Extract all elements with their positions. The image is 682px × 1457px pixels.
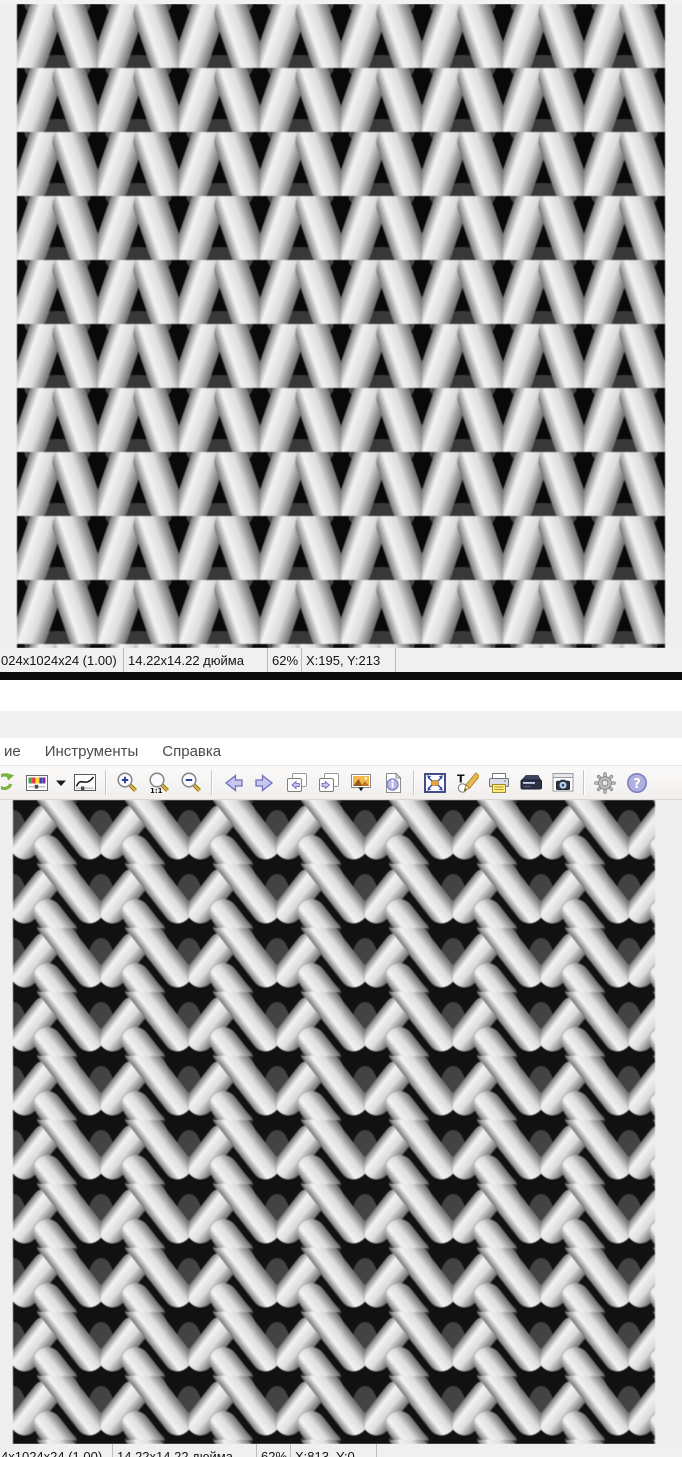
zoom-in-button[interactable] <box>112 768 142 798</box>
knitted-texture-image[interactable] <box>17 4 665 648</box>
color-levels-button[interactable] <box>22 768 52 798</box>
menu-item-partial[interactable]: ие <box>4 743 21 760</box>
slideshow-icon <box>351 773 371 791</box>
next-image-button[interactable] <box>314 768 344 798</box>
toolbar-separator <box>211 770 213 795</box>
status-cursor-position-text: X:813, Y:0 <box>295 1449 355 1457</box>
back-arrow-icon <box>224 773 243 792</box>
settings-button[interactable] <box>590 768 620 798</box>
scanner-icon <box>520 774 542 789</box>
toolbar-separator <box>413 770 415 795</box>
status-image-size-text: 024x1024x24 (1.00) <box>1 652 117 668</box>
status-cursor-position-text: X:195, Y:213 <box>306 652 381 668</box>
status-cursor-position: X:195, Y:213 <box>302 648 396 672</box>
status-image-size-text: 4x1024x24 (1.00) <box>1 1449 103 1457</box>
forward-button[interactable] <box>250 768 280 798</box>
status-print-size-text: 14.22x14.22 дюйма <box>128 652 244 668</box>
status-empty <box>396 648 682 672</box>
scan-button[interactable] <box>516 768 546 798</box>
color-levels-icon <box>26 774 48 791</box>
image-info-button[interactable] <box>378 768 408 798</box>
settings-gear-icon <box>594 771 616 794</box>
fit-to-window-button[interactable] <box>420 768 450 798</box>
menubar: ие Инструменты Справка <box>0 738 682 765</box>
zoom-actual-size-button[interactable]: 1:1 <box>144 768 174 798</box>
refresh-button[interactable] <box>1 768 20 798</box>
status-zoom-text: 62% <box>272 652 299 668</box>
screen-capture-icon <box>552 772 574 791</box>
help-icon: ? <box>627 772 647 793</box>
zoom-actual-size-icon: 1:1 <box>149 771 169 795</box>
print-button[interactable] <box>484 768 514 798</box>
top-image-canvas[interactable] <box>0 4 682 648</box>
zoom-actual-label: 1:1 <box>150 787 163 795</box>
desktop-gap <box>0 680 682 711</box>
status-print-size: 14.22x14.22 дюйма <box>124 648 268 672</box>
zoom-in-icon <box>117 771 137 792</box>
bottom-window-titlebar-area <box>0 711 682 738</box>
previous-image-button[interactable] <box>282 768 312 798</box>
status-image-size: 024x1024x24 (1.00) <box>0 648 124 672</box>
refresh-icon <box>1 772 15 790</box>
screen-capture-button[interactable] <box>548 768 578 798</box>
window-bottom-border <box>0 672 682 680</box>
back-button[interactable] <box>218 768 248 798</box>
help-button[interactable]: ? <box>622 768 652 798</box>
bottom-statusbar: 4x1024x24 (1.00) 14.22x14.22 дюйма 62% X… <box>0 1444 682 1457</box>
curves-icon <box>74 773 96 791</box>
dropdown-arrow-icon <box>56 780 66 786</box>
status-print-size: 14.22x14.22 дюйма <box>113 1444 257 1457</box>
image-info-icon <box>386 771 402 793</box>
toolbar: 1:1 T ? <box>0 765 682 800</box>
status-image-size: 4x1024x24 (1.00) <box>0 1444 113 1457</box>
zoom-out-icon <box>181 771 201 792</box>
next-image-icon <box>319 772 339 792</box>
status-zoom-text: 62% <box>261 1449 288 1457</box>
menu-item-help[interactable]: Справка <box>162 743 221 760</box>
status-print-size-text: 14.22x14.22 дюйма <box>117 1449 233 1457</box>
help-glyph: ? <box>633 776 641 791</box>
bottom-image-canvas[interactable] <box>0 800 682 1444</box>
previous-image-icon <box>287 772 307 792</box>
annotate-icon: T <box>457 771 479 793</box>
toolbar-separator <box>583 770 585 795</box>
toolbar-separator <box>105 770 107 795</box>
woven-texture-image[interactable] <box>13 800 655 1444</box>
levels-dropdown-button[interactable] <box>54 768 68 798</box>
status-empty <box>377 1444 682 1457</box>
menu-item-tools[interactable]: Инструменты <box>45 743 139 760</box>
forward-arrow-icon <box>255 773 274 792</box>
annotate-button[interactable]: T <box>452 768 482 798</box>
curves-button[interactable] <box>70 768 100 798</box>
print-icon <box>489 772 509 793</box>
status-zoom: 62% <box>268 648 302 672</box>
slideshow-button[interactable] <box>346 768 376 798</box>
fit-to-window-icon <box>424 772 446 793</box>
status-cursor-position: X:813, Y:0 <box>291 1444 377 1457</box>
top-statusbar: 024x1024x24 (1.00) 14.22x14.22 дюйма 62%… <box>0 648 682 672</box>
status-zoom: 62% <box>257 1444 291 1457</box>
zoom-out-button[interactable] <box>176 768 206 798</box>
